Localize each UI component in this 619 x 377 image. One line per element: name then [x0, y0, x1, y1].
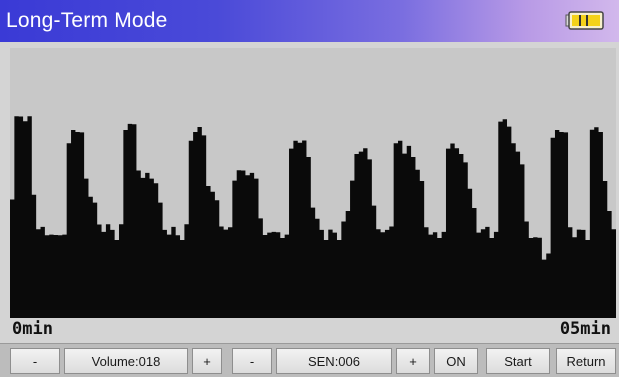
time-end-label: 05min — [559, 319, 611, 339]
volume-increase-button[interactable]: + — [192, 348, 222, 374]
title-bar: Long-Term Mode — [0, 0, 619, 42]
return-button[interactable]: Return — [556, 348, 616, 374]
signal-waveform — [10, 48, 616, 318]
sensitivity-display: SEN:006 — [276, 348, 392, 374]
volume-display: Volume:018 — [64, 348, 188, 374]
signal-plot — [10, 48, 616, 318]
bottom-toolbar: - Volume:018 + - SEN:006 + ON Start Retu… — [0, 343, 619, 377]
page-title: Long-Term Mode — [6, 9, 168, 32]
on-toggle-button[interactable]: ON — [434, 348, 478, 374]
signal-area — [10, 116, 616, 318]
start-button[interactable]: Start — [486, 348, 550, 374]
volume-decrease-button[interactable]: - — [10, 348, 60, 374]
battery-icon — [565, 11, 604, 30]
time-start-label: 0min — [12, 319, 53, 339]
sensitivity-increase-button[interactable]: + — [396, 348, 430, 374]
sensitivity-decrease-button[interactable]: - — [232, 348, 272, 374]
